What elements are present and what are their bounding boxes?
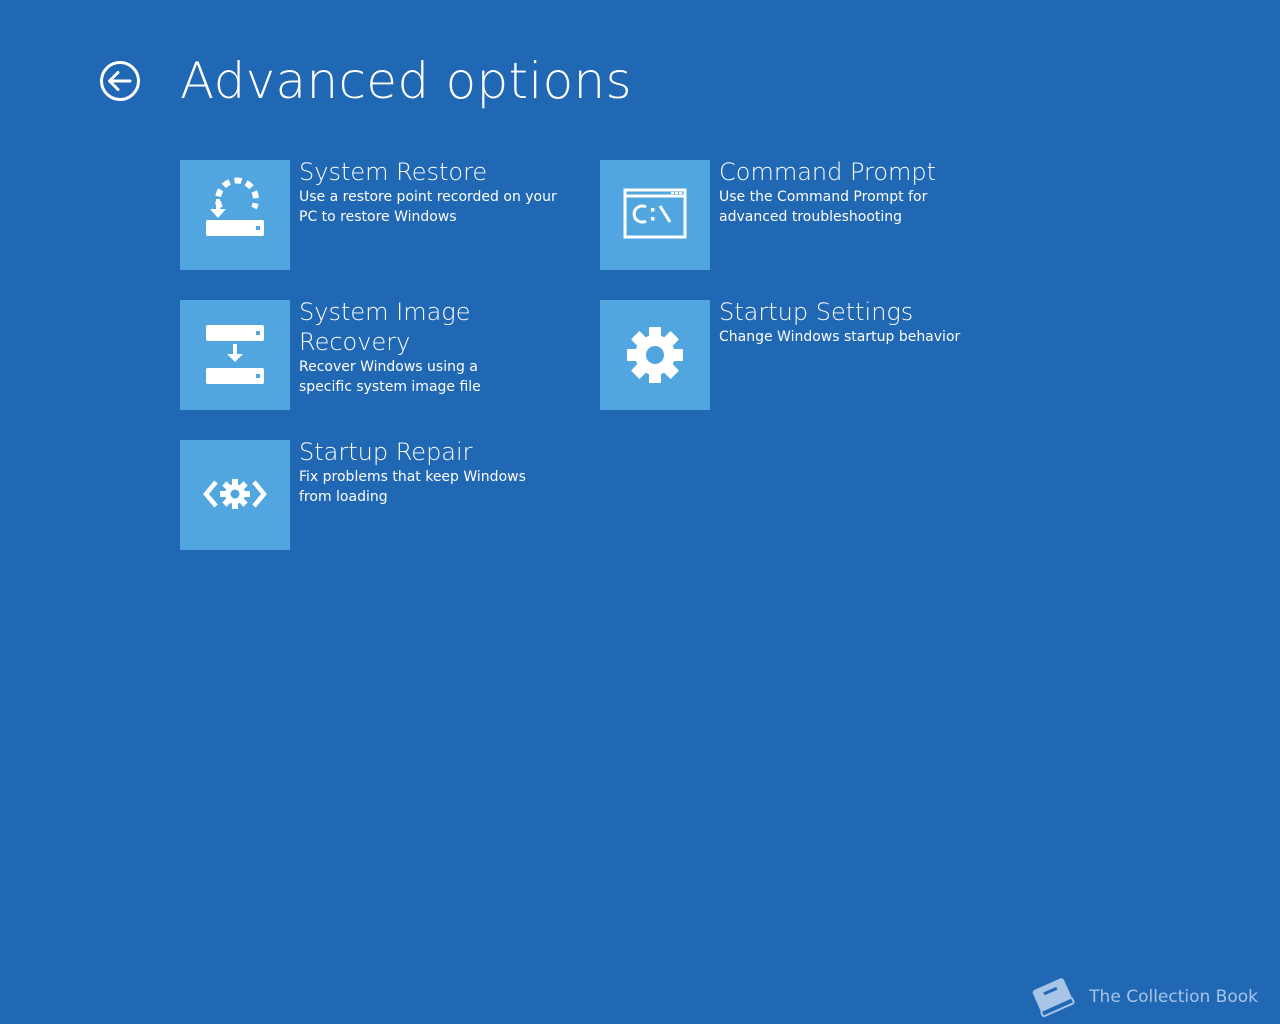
system-restore-icon xyxy=(206,177,264,236)
option-startup-settings[interactable]: Startup Settings Change Windows startup … xyxy=(600,298,1000,410)
option-title: Startup Settings xyxy=(719,298,914,326)
option-title: Startup Repair xyxy=(299,438,473,466)
option-description: Use a restore point recorded on your PC … xyxy=(299,189,557,225)
back-button[interactable] xyxy=(98,59,142,103)
option-tile xyxy=(180,440,290,550)
option-tile xyxy=(180,160,290,270)
back-arrow-circle-icon xyxy=(100,61,140,101)
option-description: Fix problems that keep Windows from load… xyxy=(299,469,526,505)
option-startup-repair[interactable]: Startup Repair Fix problems that keep Wi… xyxy=(180,438,580,550)
option-description: Use the Command Prompt for advanced trou… xyxy=(719,189,928,225)
command-prompt-icon xyxy=(623,188,687,239)
option-system-image-recovery[interactable]: System Image Recovery Recover Windows us… xyxy=(180,298,580,410)
option-command-prompt[interactable]: Command Prompt Use the Command Prompt fo… xyxy=(600,158,1000,270)
option-description: Recover Windows using a specific system … xyxy=(299,359,481,395)
gear-icon xyxy=(627,327,683,383)
watermark: The Collection Book xyxy=(1027,972,1258,1022)
page-title: Advanced options xyxy=(180,52,632,110)
advanced-options-screen: Advanced options System Restore Use a re… xyxy=(0,0,1280,1024)
option-tile xyxy=(180,300,290,410)
option-title: System Image Recovery xyxy=(299,298,471,356)
option-tile xyxy=(600,160,710,270)
watermark-text: The Collection Book xyxy=(1089,987,1258,1007)
option-title: System Restore xyxy=(299,158,488,186)
option-title: Command Prompt xyxy=(719,158,937,186)
system-image-recovery-icon xyxy=(206,325,264,384)
option-tile xyxy=(600,300,710,410)
option-description: Change Windows startup behavior xyxy=(719,329,961,345)
startup-repair-icon xyxy=(203,479,267,509)
book-icon xyxy=(1032,978,1075,1018)
option-system-restore[interactable]: System Restore Use a restore point recor… xyxy=(180,158,580,270)
